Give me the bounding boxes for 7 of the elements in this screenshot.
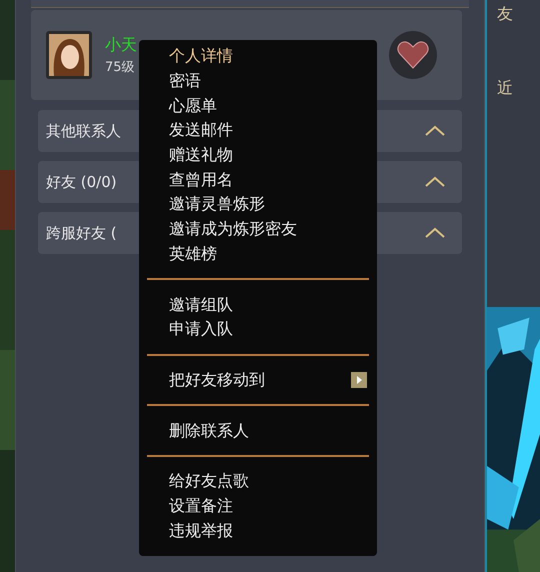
panel-label: 近: [497, 77, 514, 99]
panel-label: 友: [497, 3, 514, 25]
group-label: 好友 (0/0): [46, 172, 117, 193]
friend-level: 75级: [105, 60, 136, 74]
group-label: 其他联系人: [46, 120, 121, 142]
group-label: 跨服好友 (: [46, 222, 117, 244]
friend-name: 小天: [105, 36, 137, 52]
